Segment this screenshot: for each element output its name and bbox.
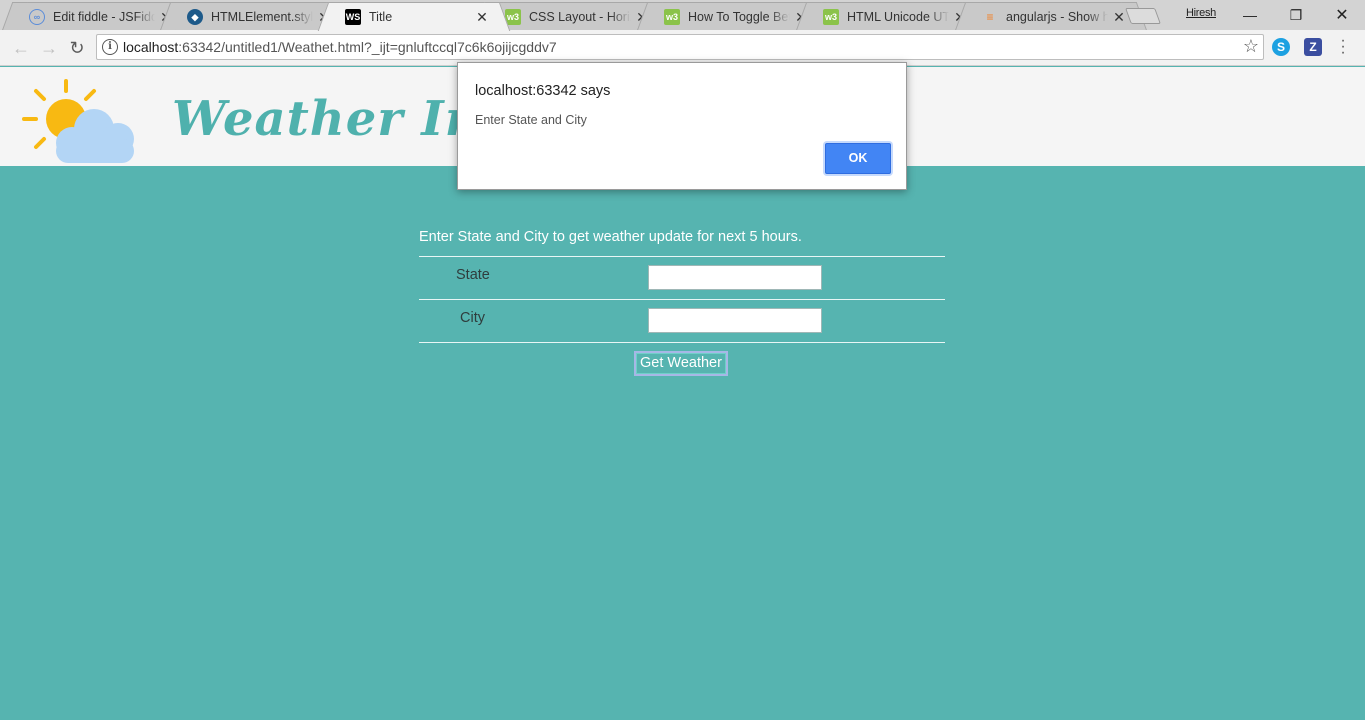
mdn-icon: ◆ <box>187 9 203 25</box>
info-icon[interactable]: i <box>102 39 118 55</box>
tab-title: Edit fiddle - JSFiddle <box>53 10 155 24</box>
browser-toolbar: ← → ↻ i localhost:63342/untitled1/Weathe… <box>0 30 1365 66</box>
state-label: State <box>456 267 490 283</box>
tab-title: How To Toggle Between <box>688 10 790 24</box>
dialog-message: Enter State and City <box>475 113 587 127</box>
back-icon[interactable]: ← <box>9 36 33 60</box>
divider <box>419 299 945 300</box>
tab-title: Title <box>369 10 393 24</box>
w3schools-icon: w3 <box>664 9 680 25</box>
city-input[interactable] <box>648 308 822 333</box>
browser-tab[interactable]: w3 CSS Layout - Horizontal ✕ <box>490 2 658 30</box>
new-tab-button[interactable] <box>1125 8 1161 24</box>
divider <box>419 256 945 257</box>
webstorm-icon: WS <box>345 9 361 25</box>
close-icon[interactable]: ✕ <box>1112 10 1126 24</box>
browser-tab-active[interactable]: WS Title ✕ <box>330 2 498 30</box>
state-input[interactable] <box>648 265 822 290</box>
browser-tab[interactable]: w3 How To Toggle Between ✕ <box>649 2 817 30</box>
forward-icon[interactable]: → <box>37 36 61 60</box>
tab-title: HTMLElement.style <box>211 10 313 24</box>
browser-tab[interactable]: w3 HTML Unicode UTF-8 ✕ <box>808 2 976 30</box>
bookmark-star-icon[interactable]: ☆ <box>1243 36 1259 57</box>
url-text[interactable]: localhost:63342/untitled1/Weathet.html?_… <box>123 39 557 55</box>
minimize-icon[interactable]: ― <box>1227 0 1273 30</box>
alert-dialog: localhost:63342 says Enter State and Cit… <box>457 62 907 190</box>
restore-icon[interactable]: ❐ <box>1273 0 1319 30</box>
dialog-title: localhost:63342 says <box>475 83 611 99</box>
window-close-icon[interactable]: ✕ <box>1319 0 1365 30</box>
close-icon[interactable]: ✕ <box>475 10 489 24</box>
intro-text: Enter State and City to get weather upda… <box>419 229 802 245</box>
reload-icon[interactable]: ↻ <box>65 36 89 60</box>
zotero-extension-icon[interactable]: Z <box>1304 38 1322 56</box>
browser-tab[interactable]: ∞ Edit fiddle - JSFiddle ✕ <box>14 2 182 30</box>
stackoverflow-icon: ≡ <box>986 10 994 24</box>
ok-button[interactable]: OK <box>825 143 891 174</box>
divider <box>419 342 945 343</box>
profile-name[interactable]: Hiresh <box>1186 7 1216 19</box>
browser-tab-strip: ∞ Edit fiddle - JSFiddle ✕ ◆ HTMLElement… <box>0 0 1365 30</box>
tab-title: CSS Layout - Horizontal <box>529 10 631 24</box>
tab-title: angularjs - Show hide <box>1006 10 1108 24</box>
get-weather-button[interactable]: Get Weather <box>634 351 728 376</box>
browser-menu-icon[interactable]: · · · <box>1336 33 1350 61</box>
w3schools-icon: w3 <box>823 9 839 25</box>
jsfiddle-icon: ∞ <box>29 9 45 25</box>
weather-sun-cloud-icon <box>22 79 134 163</box>
skype-extension-icon[interactable]: S <box>1272 38 1290 56</box>
browser-tab[interactable]: ≡ angularjs - Show hide ✕ <box>967 2 1135 30</box>
tab-title: HTML Unicode UTF-8 <box>847 10 949 24</box>
city-label: City <box>460 310 485 326</box>
url-path: :63342/untitled1/Weathet.html?_ijt=gnluf… <box>178 39 557 55</box>
browser-tab[interactable]: ◆ HTMLElement.style ✕ <box>172 2 340 30</box>
address-bar[interactable]: i localhost:63342/untitled1/Weathet.html… <box>96 34 1264 60</box>
url-host: localhost <box>123 39 179 55</box>
